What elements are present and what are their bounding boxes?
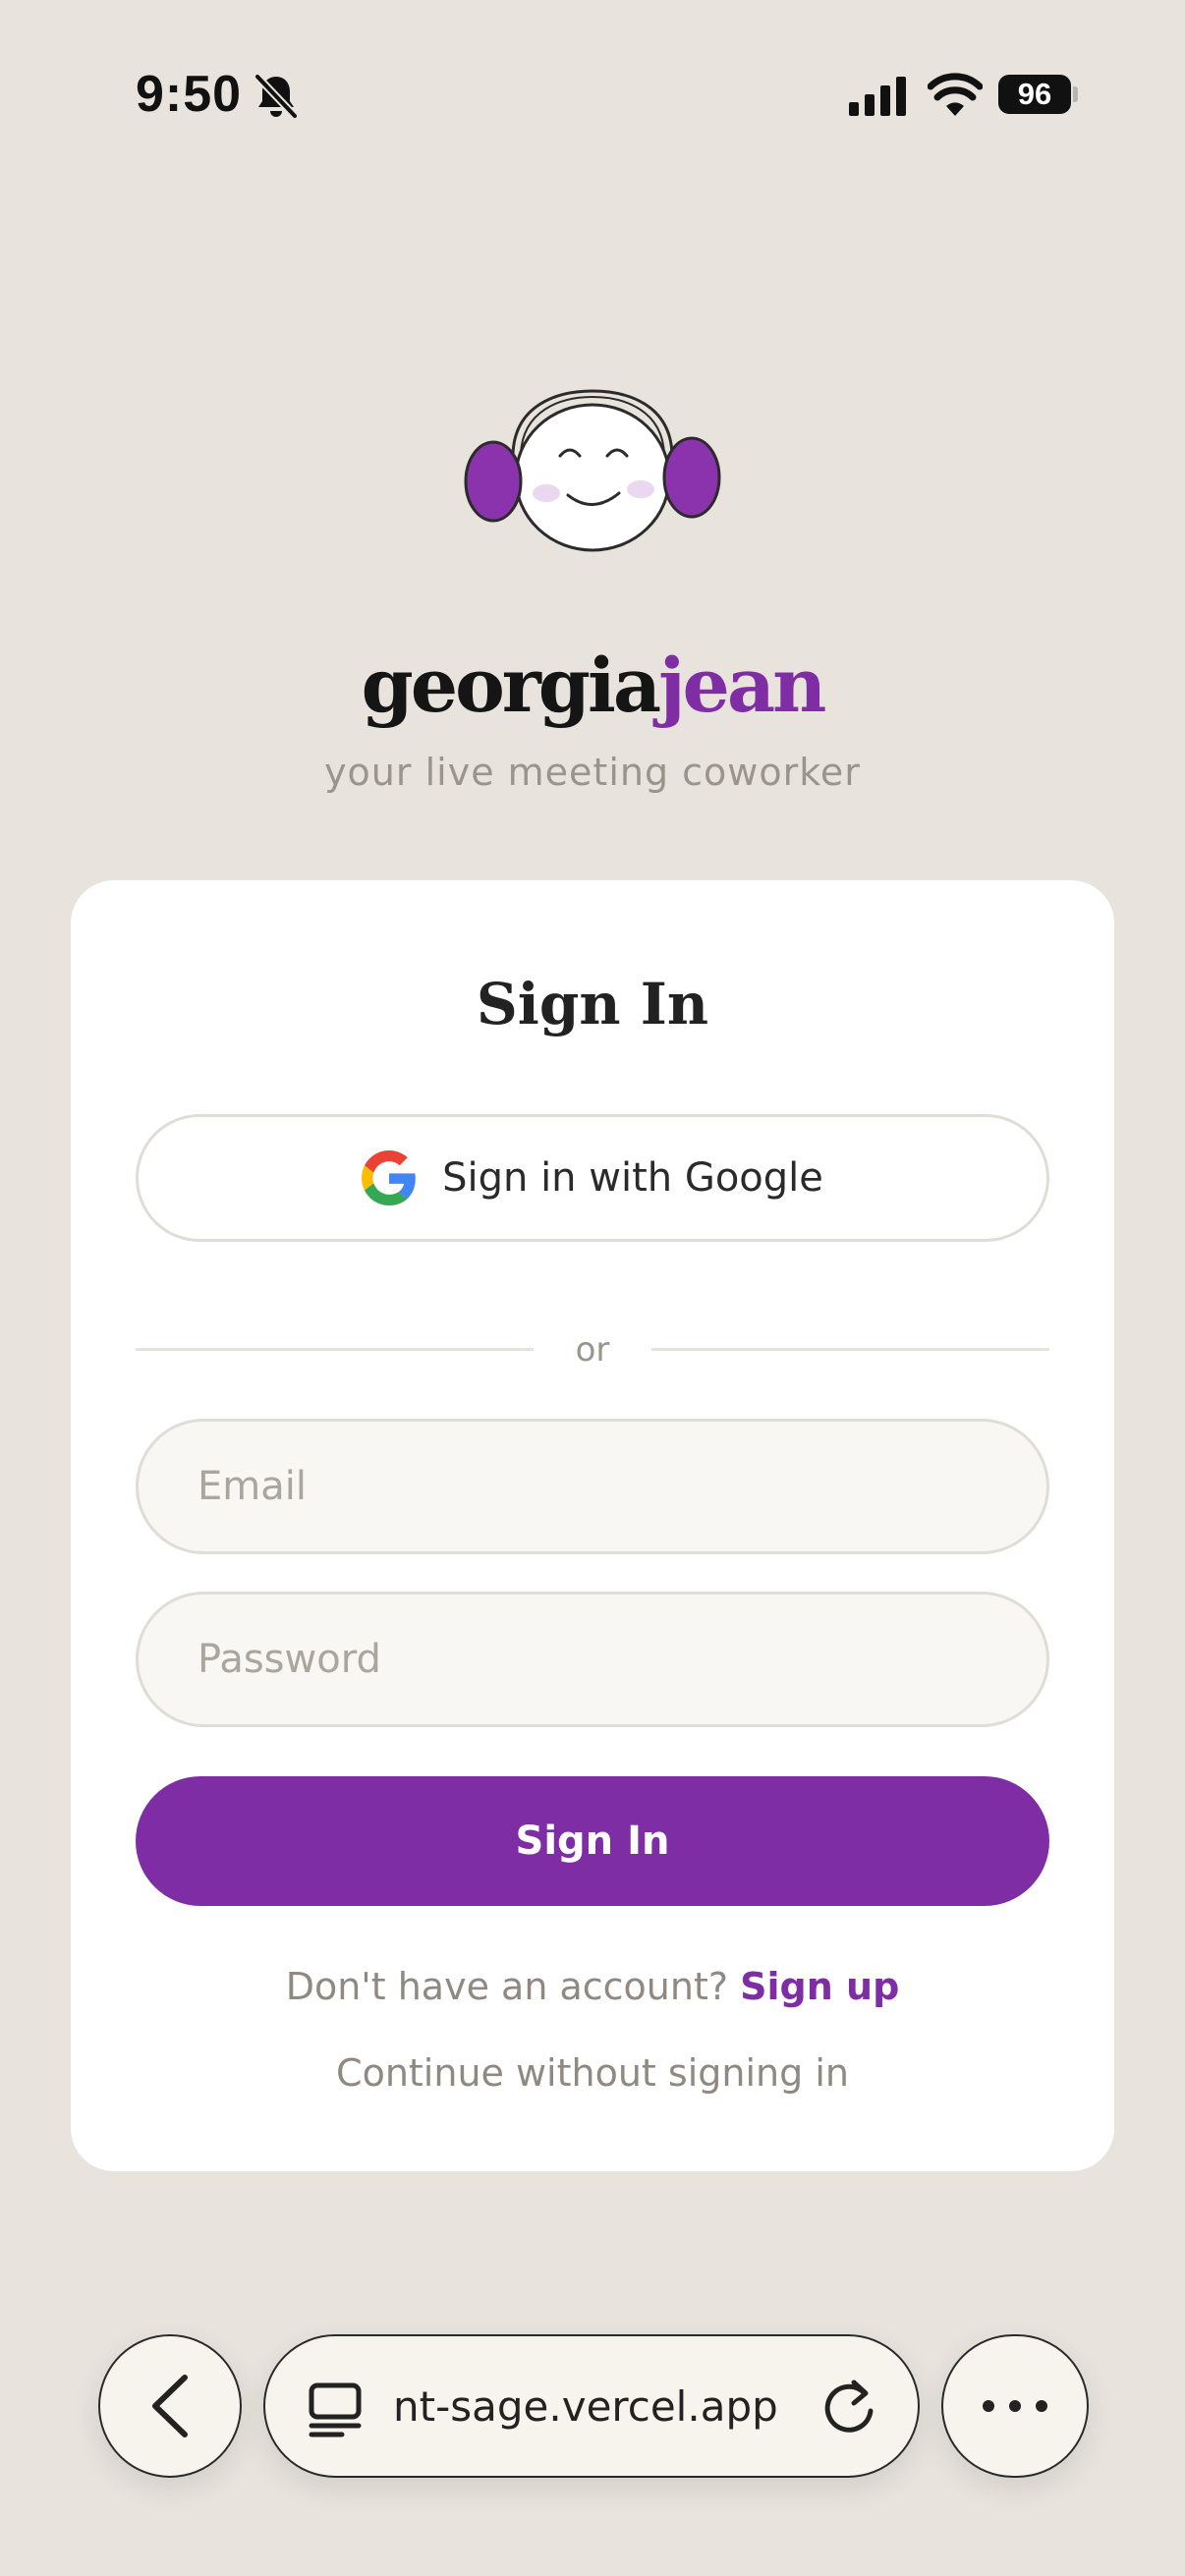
google-signin-label: Sign in with Google [442, 1155, 823, 1201]
mascot-logo [464, 389, 721, 552]
divider-line-right [651, 1348, 1049, 1351]
url-value: nt-sage.vercel.app [393, 2382, 778, 2431]
brand-name: georgiajean [0, 637, 1185, 735]
brand-name-primary: georgia [361, 642, 661, 729]
google-logo-icon [362, 1150, 416, 1205]
google-signin-button[interactable]: Sign in with Google [136, 1114, 1049, 1242]
status-bar: 9:50 96 [0, 0, 1185, 138]
back-chevron-icon [152, 2375, 188, 2437]
url-text: nt-sage.vercel.app [393, 2381, 786, 2433]
tagline: your live meeting coworker [324, 751, 861, 794]
signin-submit-button[interactable]: Sign In [136, 1776, 1049, 1906]
bell-slash-icon [254, 74, 298, 119]
email-field[interactable] [136, 1419, 1049, 1554]
password-field[interactable] [136, 1592, 1049, 1727]
status-time: 9:50 [136, 66, 243, 123]
signup-link[interactable]: Sign up [740, 1965, 899, 2008]
battery-icon: 96 [998, 75, 1071, 114]
browser-back-button[interactable] [98, 2334, 242, 2478]
signup-prompt: Don't have an account? [285, 1965, 729, 2008]
battery-cap [1073, 86, 1078, 102]
or-divider: or [136, 1330, 1049, 1370]
card-title: Sign In [476, 971, 709, 1037]
wifi-icon [928, 73, 983, 116]
signin-card: Sign In Sign in with Google or Sign In D… [71, 880, 1114, 2171]
cellular-signal-icon [849, 77, 906, 116]
continue-without-signin-link[interactable]: Continue without signing in [71, 2045, 1114, 2100]
signup-row: Don't have an account? Sign up [71, 1959, 1114, 2014]
brand-name-accent: jean [658, 642, 826, 729]
browser-url-bar[interactable]: nt-sage.vercel.app [263, 2334, 920, 2478]
reload-icon[interactable] [821, 2380, 876, 2436]
browser-more-button[interactable] [941, 2334, 1089, 2478]
more-icon [983, 2400, 1047, 2412]
tabs-icon [309, 2382, 362, 2437]
